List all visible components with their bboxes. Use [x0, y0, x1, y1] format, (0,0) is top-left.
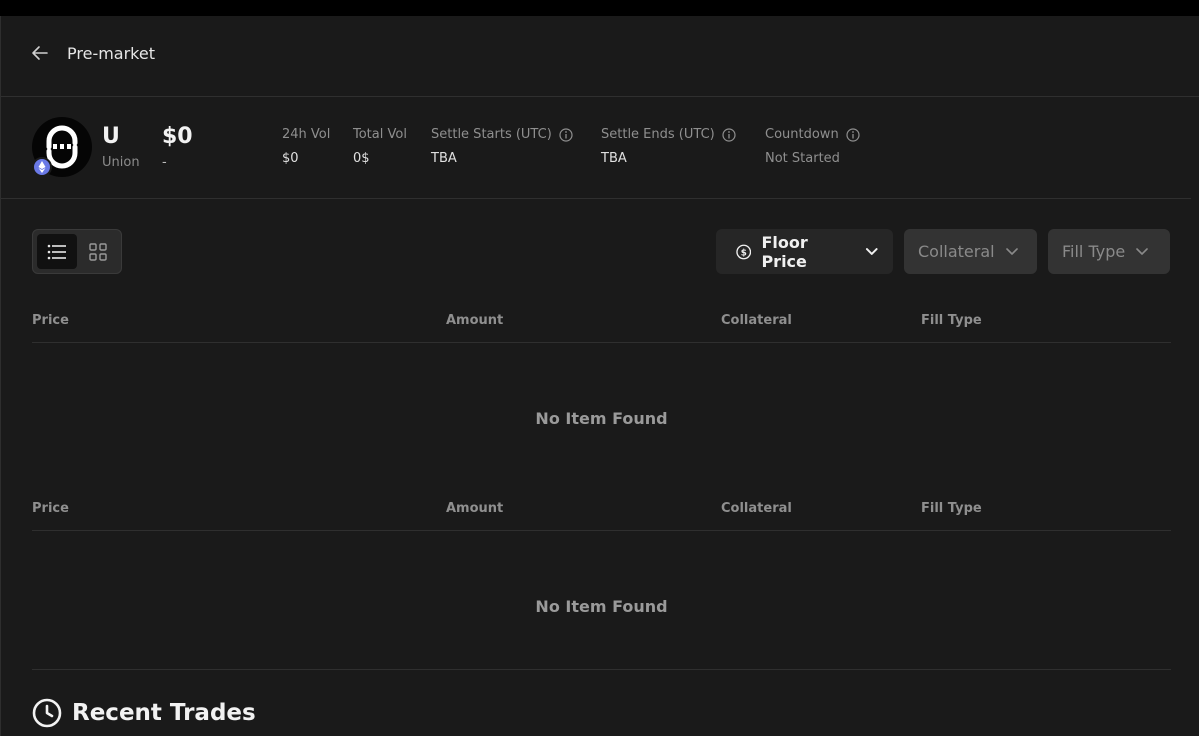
stat-value: Not Started — [765, 151, 840, 166]
stat-24h-vol: 24h Vol $0 — [282, 127, 330, 166]
stat-value: 0$ — [353, 151, 370, 166]
sell-orders-table: Price Amount Collateral Fill Type No Ite… — [32, 305, 1171, 493]
fill-type-label: Fill Type — [1062, 242, 1126, 261]
info-icon[interactable] — [559, 127, 573, 142]
list-icon — [47, 244, 66, 259]
floor-price-label: Floor Price — [761, 232, 808, 271]
floor-price-dropdown[interactable]: $ Floor Price — [716, 229, 893, 274]
stat-label: 24h Vol — [282, 127, 331, 142]
column-header-fill-type[interactable]: Fill Type — [921, 501, 982, 516]
recent-trades-title: Recent Trades — [72, 700, 256, 726]
column-header-fill-type[interactable]: Fill Type — [921, 313, 982, 328]
token-price: $0 — [162, 124, 193, 149]
ethereum-chain-icon — [32, 157, 52, 177]
column-header-price[interactable]: Price — [32, 501, 69, 516]
collateral-label: Collateral — [918, 242, 995, 261]
table-header: Price Amount Collateral Fill Type — [32, 305, 1171, 343]
app-container: Pre-market U Union $0 - 24h Vol $0 Total — [0, 16, 1199, 736]
page-header: Pre-market — [1, 16, 1199, 97]
token-price-change: - — [162, 155, 167, 170]
view-toggle — [32, 229, 122, 274]
stat-label: Total Vol — [353, 127, 407, 142]
page-title: Pre-market — [67, 44, 155, 63]
stat-value: TBA — [431, 151, 457, 166]
stat-settle-starts: Settle Starts (UTC) TBA — [431, 127, 573, 166]
table-header: Price Amount Collateral Fill Type — [32, 493, 1171, 531]
column-header-amount[interactable]: Amount — [446, 501, 503, 516]
stat-label: Settle Ends (UTC) — [601, 127, 715, 142]
stat-countdown: Countdown Not Started — [765, 127, 860, 166]
stat-settle-ends: Settle Ends (UTC) TBA — [601, 127, 736, 166]
stat-total-vol: Total Vol 0$ — [353, 127, 407, 166]
stat-value: TBA — [601, 151, 627, 166]
token-summary: U Union $0 - 24h Vol $0 Total Vol 0$ Set… — [1, 97, 1191, 199]
stat-label: Countdown — [765, 127, 839, 142]
info-icon[interactable] — [846, 127, 860, 142]
buy-orders-table: Price Amount Collateral Fill Type No Ite… — [32, 493, 1171, 681]
orders-toolbar: $ Floor Price Collateral Fill Type — [1, 199, 1199, 289]
info-icon[interactable] — [722, 127, 736, 142]
chevron-down-icon — [1136, 248, 1149, 255]
stat-label: Settle Starts (UTC) — [431, 127, 552, 142]
stat-value: $0 — [282, 151, 299, 166]
column-header-price[interactable]: Price — [32, 313, 69, 328]
grid-view-button[interactable] — [78, 234, 118, 269]
chevron-down-icon — [866, 248, 879, 255]
fill-type-dropdown[interactable]: Fill Type — [1048, 229, 1170, 274]
column-header-collateral[interactable]: Collateral — [721, 313, 792, 328]
token-name: Union — [102, 155, 140, 170]
column-header-collateral[interactable]: Collateral — [721, 501, 792, 516]
recent-trades-heading: Recent Trades — [32, 698, 256, 728]
back-arrow-icon[interactable] — [31, 45, 49, 61]
empty-state: No Item Found — [535, 408, 668, 428]
column-header-amount[interactable]: Amount — [446, 313, 503, 328]
dollar-circle-icon: $ — [736, 244, 752, 259]
list-view-button[interactable] — [37, 234, 77, 269]
section-divider — [32, 669, 1171, 670]
window-top-bar — [0, 0, 1199, 16]
clock-icon — [32, 698, 62, 728]
token-symbol: U — [102, 124, 120, 149]
svg-text:$: $ — [741, 248, 747, 258]
grid-icon — [89, 242, 107, 261]
chevron-down-icon — [1005, 248, 1018, 255]
empty-state: No Item Found — [535, 596, 668, 616]
collateral-dropdown[interactable]: Collateral — [904, 229, 1037, 274]
